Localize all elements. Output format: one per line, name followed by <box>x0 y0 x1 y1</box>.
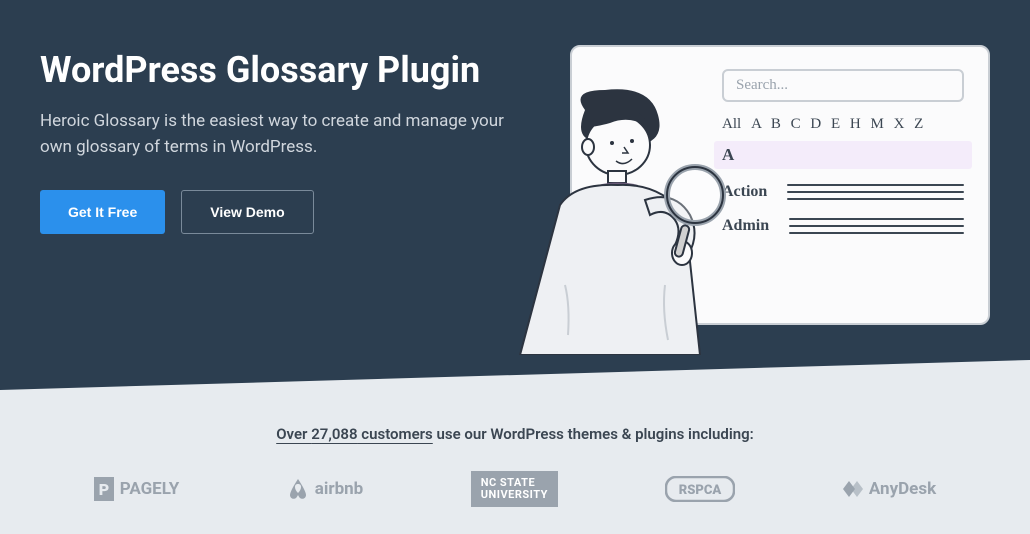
airbnb-logo: airbnb <box>287 477 363 501</box>
get-free-button[interactable]: Get It Free <box>40 190 165 234</box>
pagely-logo: P PAGELY <box>94 477 180 501</box>
social-proof-section: Over 27,088 customers use our WordPress … <box>0 390 1030 534</box>
hero-section: WordPress Glossary Plugin Heroic Glossar… <box>0 0 1030 390</box>
glossary-entry: Admin <box>722 213 964 239</box>
selected-letter: A <box>714 141 972 169</box>
svg-text:P: P <box>99 480 109 499</box>
glossary-entry: Action <box>722 179 964 205</box>
letter-filter: AllA B C D E H M X Z <box>722 116 964 133</box>
person-illustration <box>490 85 750 355</box>
social-proof-text: Over 27,088 customers use our WordPress … <box>0 425 1030 443</box>
search-placeholder: Search... <box>722 69 964 102</box>
hero-illustration: Search... AllA B C D E H M X Z A Action … <box>530 45 990 345</box>
rspca-logo: RSPCA <box>665 476 735 502</box>
svg-text:RSPCA: RSPCA <box>679 483 722 498</box>
hero-subtitle: Heroic Glossary is the easiest way to cr… <box>40 109 510 160</box>
anydesk-logo: AnyDesk <box>843 479 936 499</box>
ncstate-logo: NC STATEUNIVERSITY <box>471 471 558 507</box>
view-demo-button[interactable]: View Demo <box>181 190 313 234</box>
page-title: WordPress Glossary Plugin <box>40 50 510 91</box>
customer-logos: P PAGELY airbnb NC STATEUNIVERSITY RSPCA… <box>0 471 1030 507</box>
